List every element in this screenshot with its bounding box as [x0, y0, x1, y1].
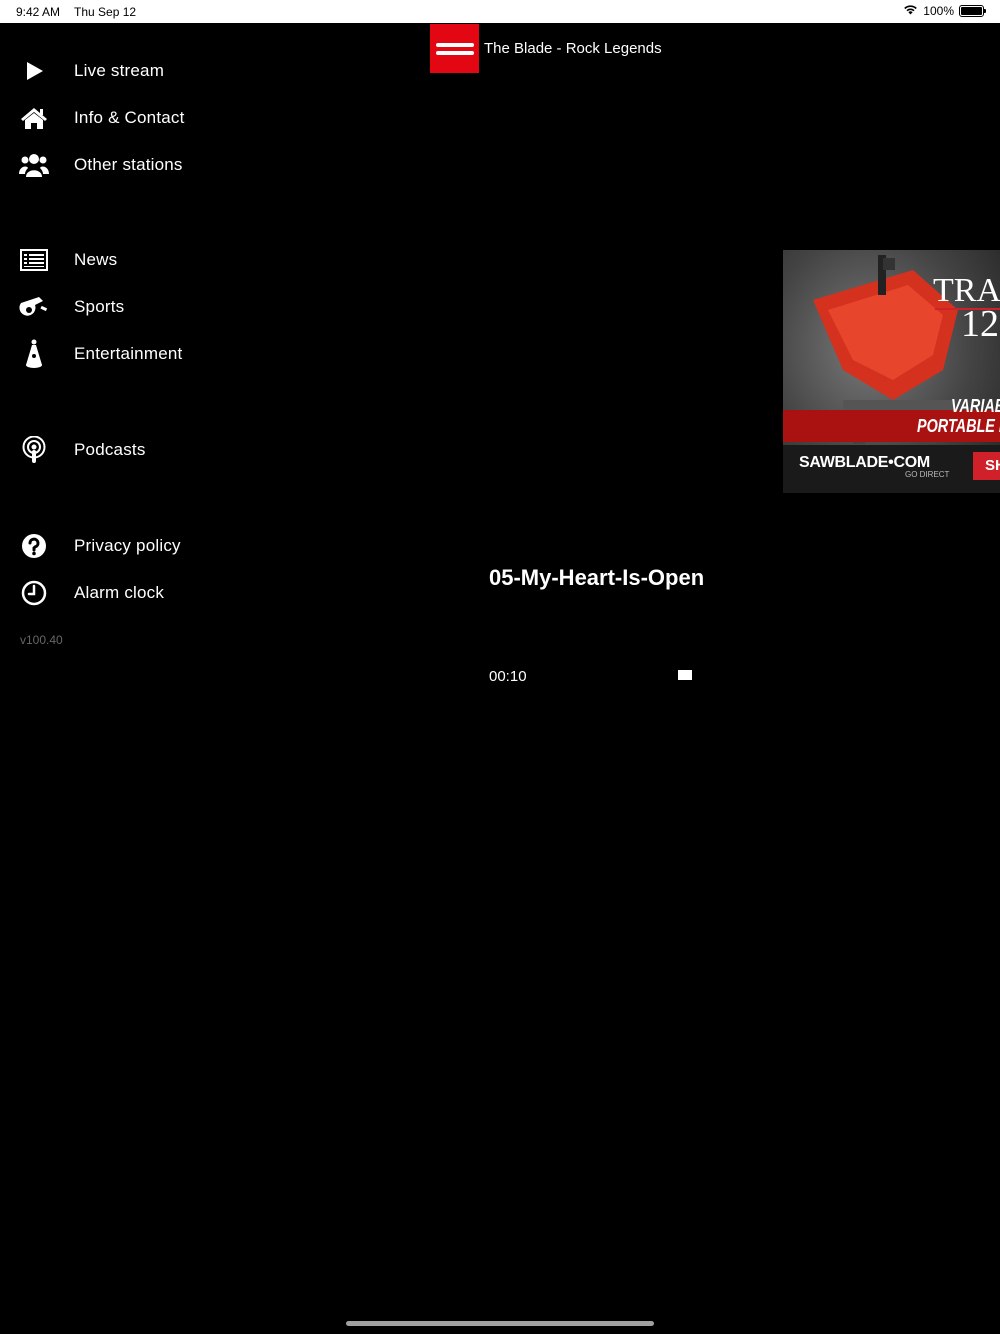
home-icon [18, 102, 50, 134]
station-title: The Blade - Rock Legends [484, 40, 662, 57]
status-date: Thu Sep 12 [74, 5, 137, 19]
question-icon [18, 530, 50, 562]
sidebar-item-sports[interactable]: Sports [0, 287, 240, 327]
sidebar-item-info-contact[interactable]: Info & Contact [0, 98, 240, 138]
spotlight-icon [18, 338, 50, 370]
sidebar-menu: Live stream Info & Contact Other station… [0, 23, 260, 723]
ad-brand-sub: GO DIRECT [905, 470, 950, 479]
sidebar-item-label: Live stream [74, 61, 165, 80]
wifi-icon [903, 4, 918, 18]
app-version: v100.40 [20, 633, 63, 647]
battery-level [961, 7, 982, 15]
ad-tagline: VARIAB [951, 396, 1000, 416]
sidebar-item-label: Sports [74, 297, 125, 316]
track-title: 05-My-Heart-Is-Open [489, 565, 705, 590]
sidebar-item-podcasts[interactable]: Podcasts [0, 430, 240, 470]
podcast-icon [18, 434, 50, 466]
stop-button[interactable] [672, 664, 698, 686]
elapsed-time: 00:10 [489, 668, 527, 685]
battery-percent: 100% [923, 4, 954, 18]
newspaper-icon [18, 244, 50, 276]
sidebar-item-entertainment[interactable]: Entertainment [0, 334, 240, 374]
sidebar-item-live-stream[interactable]: Live stream [0, 51, 240, 91]
sidebar-item-label: News [74, 250, 118, 269]
sidebar-item-label: Info & Contact [74, 108, 185, 127]
ad-headline-number: 12 [961, 303, 999, 345]
whistle-icon [18, 291, 50, 323]
ad-banner[interactable]: TRA 12 VARIAB PORTABLE BA SAWBLADE•COM G… [783, 250, 1000, 493]
sidebar-item-label: Podcasts [74, 440, 146, 459]
home-indicator[interactable] [346, 1321, 654, 1326]
sidebar-item-other-stations[interactable]: Other stations [0, 145, 240, 185]
sidebar-item-label: Other stations [74, 155, 183, 174]
status-bar: 9:42 AM Thu Sep 12 100% [0, 0, 1000, 23]
sidebar-item-label: Privacy policy [74, 536, 181, 555]
sidebar-item-label: Alarm clock [74, 583, 165, 602]
battery-icon [959, 5, 986, 17]
stop-icon [678, 670, 692, 680]
hamburger-icon [435, 42, 474, 47]
status-time: 9:42 AM [16, 5, 61, 19]
sidebar-item-label: Entertainment [74, 344, 183, 363]
ad-shop-button[interactable]: SH [973, 452, 1000, 480]
sidebar-item-privacy-policy[interactable]: Privacy policy [0, 526, 240, 566]
clock-icon [18, 577, 50, 609]
play-icon [18, 55, 50, 87]
ad-tagline: PORTABLE BA [917, 416, 1000, 436]
sidebar-item-alarm-clock[interactable]: Alarm clock [0, 573, 240, 613]
menu-button[interactable] [430, 24, 479, 73]
status-indicators: 100% [903, 4, 986, 18]
users-icon [18, 149, 50, 181]
sidebar-item-news[interactable]: News [0, 240, 240, 280]
